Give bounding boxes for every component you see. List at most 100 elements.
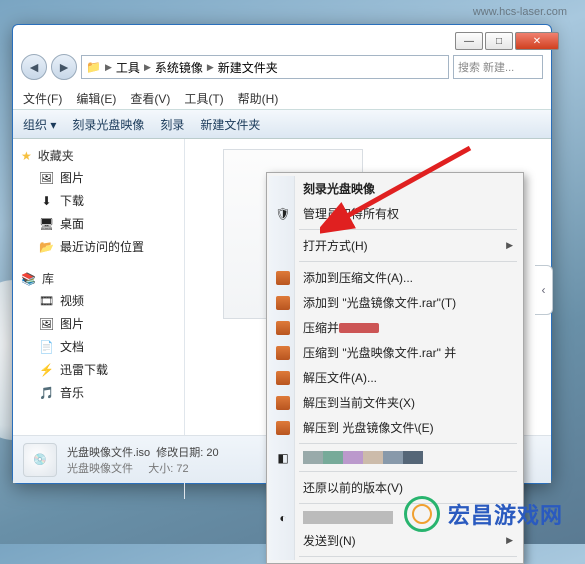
sidebar-item-desktop[interactable]: 🖥 桌面 <box>17 212 180 235</box>
back-button[interactable]: ◄ <box>21 54 47 80</box>
forward-button[interactable]: ► <box>51 54 77 80</box>
desktop-icon: 🖥 <box>39 216 54 231</box>
cm-add-rar[interactable]: 添加到 "光盘镜像文件.rar"(T) <box>269 290 521 315</box>
cm-open-with[interactable]: 打开方式(H) ▶ <box>269 233 521 258</box>
cm-label: 添加到压缩文件(A)... <box>303 269 413 286</box>
thunder-icon: ⚡ <box>39 362 54 377</box>
sidebar-item-label: 图片 <box>60 169 84 186</box>
toolbar: 组织 ▾ 刻录光盘映像 刻录 新建文件夹 <box>13 109 551 139</box>
sidebar-item-music[interactable]: 🎵 音乐 <box>17 381 180 404</box>
libraries-label: 库 <box>42 270 54 287</box>
breadcrumb-seg[interactable]: 系统镜像 <box>155 59 203 76</box>
cm-label: 解压文件(A)... <box>303 369 377 386</box>
videos-icon: 🎞 <box>39 293 54 308</box>
shield-icon: 🛡 <box>275 206 291 222</box>
cm-compress-and[interactable]: 压缩并 <box>269 315 521 340</box>
menu-view[interactable]: 查看(V) <box>130 90 170 107</box>
recent-icon: 📂 <box>39 239 54 254</box>
sidebar-item-label: 迅雷下载 <box>60 361 108 378</box>
status-filetype: 光盘映像文件 <box>67 463 133 475</box>
chevron-right-icon: ▶ <box>506 535 513 546</box>
status-size: 72 <box>176 463 188 475</box>
sidebar-item-pictures[interactable]: 🖼 图片 <box>17 166 180 189</box>
cm-label: 压缩到 "光盘映像文件.rar" 并 <box>303 344 456 361</box>
sidebar-item-label: 最近访问的位置 <box>60 238 144 255</box>
sidebar-item-downloads[interactable]: ⬇ 下载 <box>17 189 180 212</box>
disc-image-icon: 💿 <box>23 443 57 477</box>
redacted-text <box>303 511 393 524</box>
chevron-right-icon: ▶ <box>207 62 214 73</box>
cm-label: 压缩并 <box>303 319 339 336</box>
watermark-logo: 宏昌游戏网 <box>404 496 563 532</box>
burn-image-button[interactable]: 刻录光盘映像 <box>72 116 144 133</box>
redacted-text <box>303 451 423 464</box>
organize-button[interactable]: 组织 ▾ <box>23 116 56 133</box>
burn-button[interactable]: 刻录 <box>160 116 184 133</box>
rar-icon <box>275 295 291 311</box>
rar-icon <box>275 395 291 411</box>
cm-extract-to[interactable]: 解压到 光盘镜像文件\(E) <box>269 415 521 440</box>
cm-label: 解压到 光盘镜像文件\(E) <box>303 419 434 436</box>
downloads-icon: ⬇ <box>39 193 54 208</box>
cm-add-archive[interactable]: 添加到压缩文件(A)... <box>269 265 521 290</box>
cm-redacted-row[interactable]: ◧ <box>269 447 521 468</box>
folder-icon: 📁 <box>86 60 101 75</box>
status-filename: 光盘映像文件.iso <box>67 447 150 459</box>
status-size-label: 大小: <box>148 463 173 475</box>
maximize-button[interactable]: □ <box>485 32 513 50</box>
sidebar-item-label: 下载 <box>60 192 84 209</box>
cm-extract-here[interactable]: 解压到当前文件夹(X) <box>269 390 521 415</box>
address-bar: ◄ ► 📁 ▶ 工具 ▶ 系统镜像 ▶ 新建文件夹 搜索 新建... <box>21 53 543 81</box>
libraries-icon: 📚 <box>21 271 36 286</box>
rar-icon <box>275 320 291 336</box>
menu-file[interactable]: 文件(F) <box>23 90 62 107</box>
breadcrumb-seg[interactable]: 新建文件夹 <box>218 59 278 76</box>
cm-label: 还原以前的版本(V) <box>303 479 403 496</box>
cm-compress-rar[interactable]: 压缩到 "光盘映像文件.rar" 并 <box>269 340 521 365</box>
chevron-right-icon: ▶ <box>506 240 513 251</box>
menu-bar: 文件(F) 编辑(E) 查看(V) 工具(T) 帮助(H) <box>13 87 551 109</box>
rar-icon <box>275 420 291 436</box>
logo-text: 宏昌游戏网 <box>448 498 563 530</box>
cm-label: 发送到(N) <box>303 532 356 549</box>
search-placeholder: 搜索 新建... <box>458 59 514 75</box>
breadcrumb-seg[interactable]: 工具 <box>116 59 140 76</box>
sidebar-item-documents[interactable]: 📄文档 <box>17 335 180 358</box>
sidebar-item-pictures2[interactable]: 🖼图片 <box>17 312 180 335</box>
sidebar-item-thunder[interactable]: ⚡ 迅雷下载 <box>17 358 180 381</box>
sidebar-item-label: 桌面 <box>60 215 84 232</box>
rar-icon <box>275 345 291 361</box>
menu-tools[interactable]: 工具(T) <box>184 90 223 107</box>
close-button[interactable]: ✕ <box>515 32 559 50</box>
logo-icon <box>404 496 440 532</box>
menu-help[interactable]: 帮助(H) <box>238 90 279 107</box>
menu-edit[interactable]: 编辑(E) <box>76 90 116 107</box>
cm-label: 添加到 "光盘镜像文件.rar"(T) <box>303 294 456 311</box>
search-input[interactable]: 搜索 新建... <box>453 55 543 79</box>
sidebar-item-videos[interactable]: 🎞视频 <box>17 289 180 312</box>
chevron-right-icon: ▶ <box>105 62 112 73</box>
libraries-header[interactable]: 📚 库 <box>17 268 180 289</box>
cm-label: 刻录光盘映像 <box>303 180 375 197</box>
pictures-icon: 🖼 <box>39 316 54 331</box>
breadcrumb[interactable]: 📁 ▶ 工具 ▶ 系统镜像 ▶ 新建文件夹 <box>81 55 449 79</box>
cm-label: 打开方式(H) <box>303 237 368 254</box>
favorites-header[interactable]: ★ 收藏夹 <box>17 145 180 166</box>
minimize-button[interactable]: — <box>455 32 483 50</box>
sidebar-item-label: 音乐 <box>60 384 84 401</box>
music-icon: 🎵 <box>39 385 54 400</box>
new-folder-button[interactable]: 新建文件夹 <box>200 116 260 133</box>
favorites-label: 收藏夹 <box>38 147 74 164</box>
sidebar-item-recent[interactable]: 📂 最近访问的位置 <box>17 235 180 258</box>
cm-label: 管理员取得所有权 <box>303 205 399 222</box>
pictures-icon: 🖼 <box>39 170 54 185</box>
sidebar-item-label: 文档 <box>60 338 84 355</box>
redacted-text <box>339 323 379 333</box>
cm-extract[interactable]: 解压文件(A)... <box>269 365 521 390</box>
window-controls: — □ ✕ <box>455 32 559 50</box>
cm-label: 解压到当前文件夹(X) <box>303 394 415 411</box>
status-moddate: 20 <box>206 447 218 459</box>
cm-burn-image[interactable]: 刻录光盘映像 <box>269 176 521 201</box>
status-moddate-label: 修改日期: <box>156 447 203 459</box>
cm-admin-own[interactable]: 🛡 管理员取得所有权 <box>269 201 521 226</box>
